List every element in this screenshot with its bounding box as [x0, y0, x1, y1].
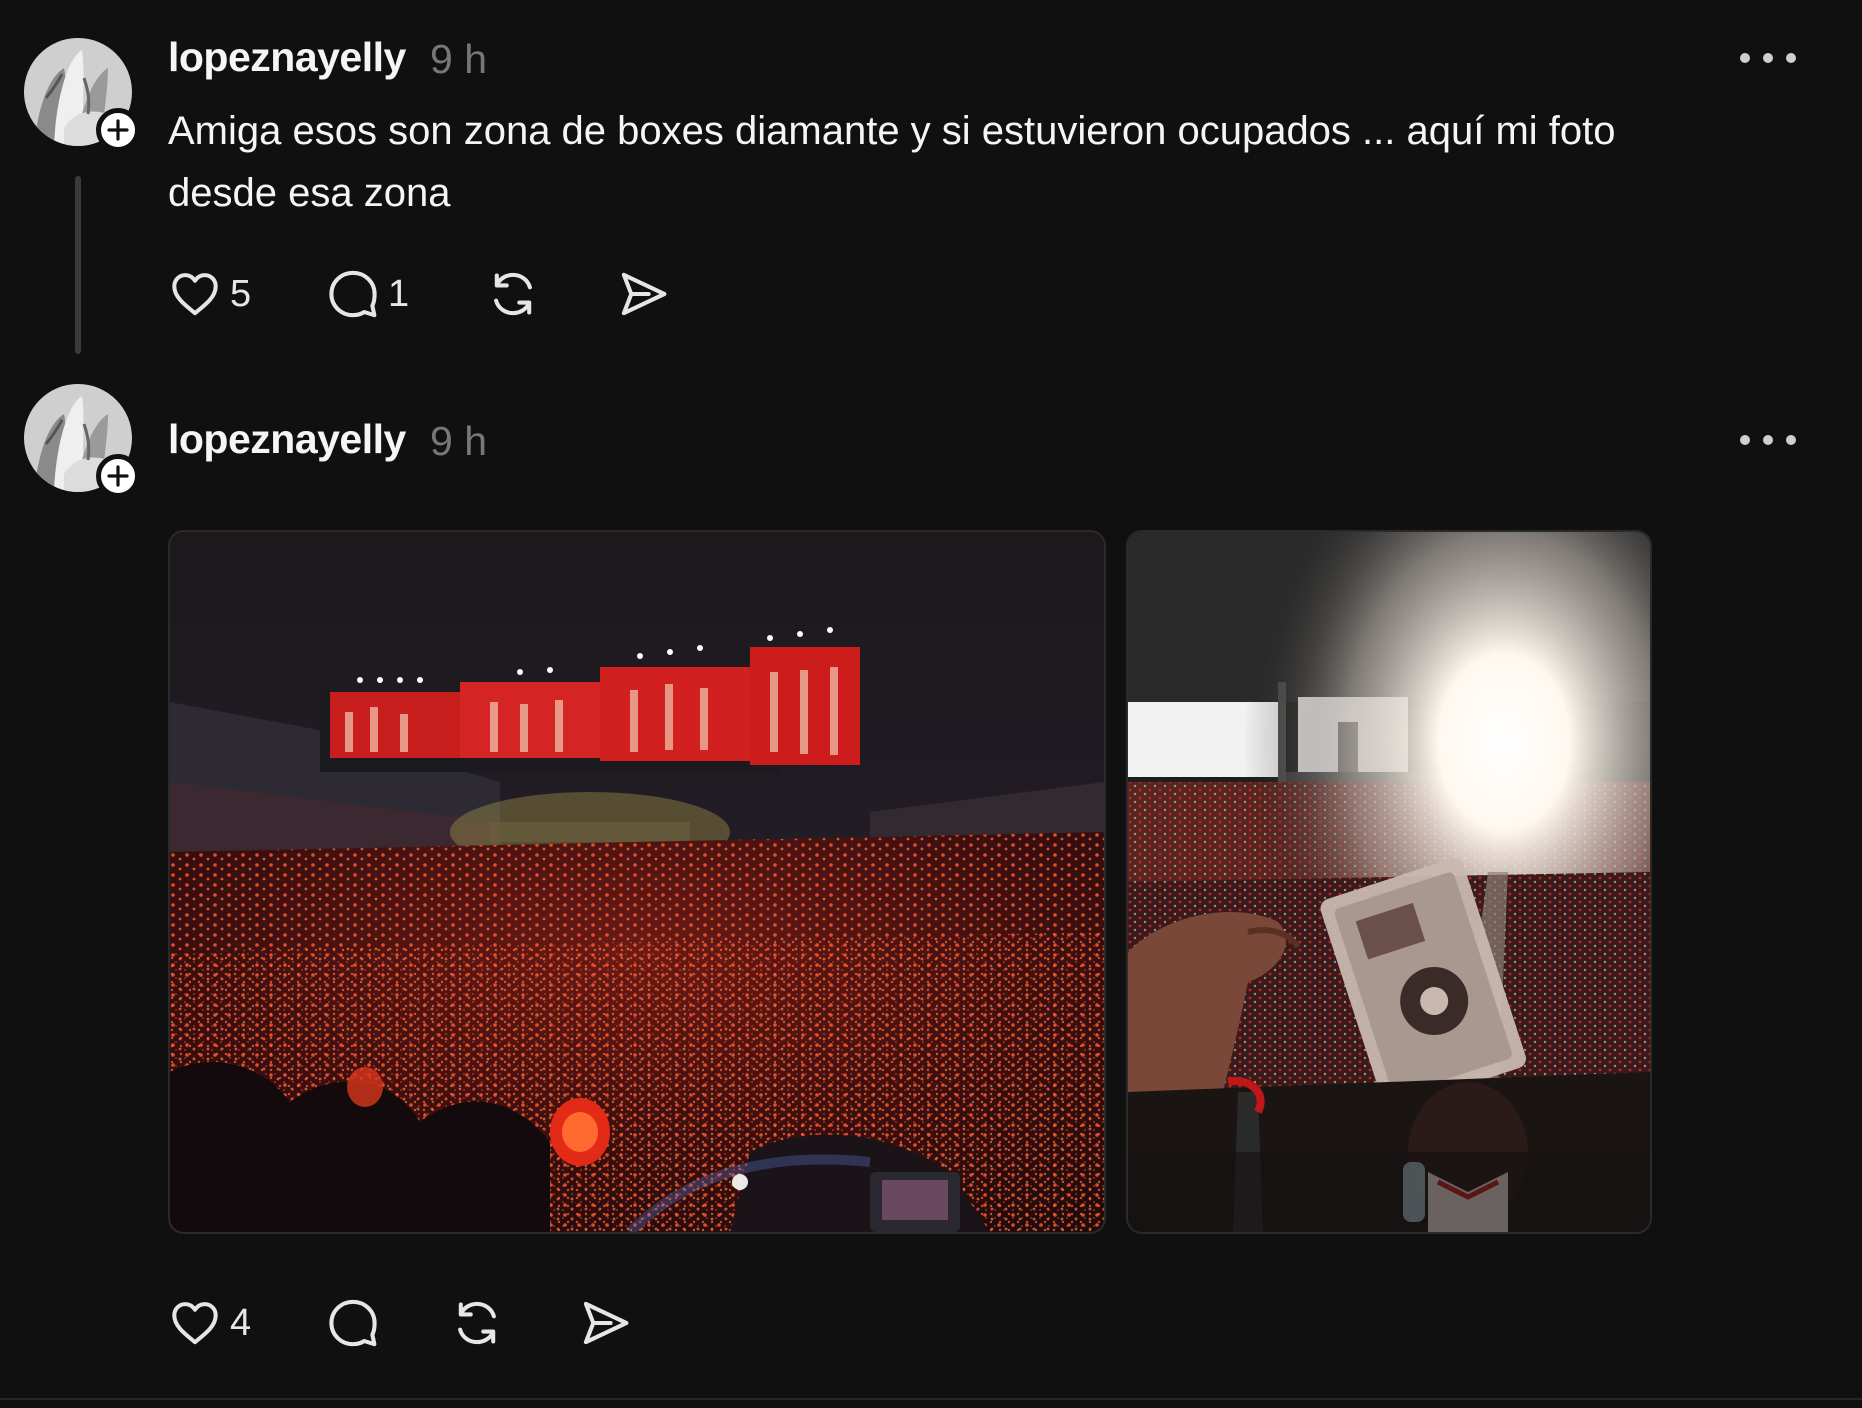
username[interactable]: lopeznayelly — [168, 416, 406, 463]
comment-icon — [329, 1299, 377, 1347]
plus-icon — [107, 465, 129, 487]
repost-icon — [458, 1301, 496, 1345]
repost-button[interactable] — [450, 1296, 578, 1350]
concert-photocard-photo — [1128, 532, 1650, 1232]
like-count: 4 — [230, 1301, 252, 1344]
send-icon — [583, 1301, 629, 1345]
stadium-concert-photo — [170, 532, 1104, 1232]
follow-button[interactable] — [96, 454, 140, 498]
share-button[interactable] — [578, 1296, 638, 1350]
post-divider — [0, 1398, 1862, 1400]
heart-icon — [172, 1302, 218, 1345]
like-button[interactable]: 4 — [168, 1296, 326, 1350]
action-bar: 4 — [168, 1293, 638, 1353]
reply-button[interactable] — [326, 1296, 450, 1350]
threads-feed: lopeznayelly 9 h Amiga esos son zona de … — [0, 0, 1862, 1408]
post-image-stadium[interactable] — [168, 530, 1106, 1234]
more-options-button[interactable] — [1740, 430, 1796, 450]
avatar[interactable] — [24, 384, 140, 498]
post-image-photocard[interactable] — [1126, 530, 1652, 1234]
post-2: lopeznayelly 9 h 4 — [0, 0, 1862, 1400]
timestamp[interactable]: 9 h — [430, 418, 487, 465]
more-icon — [1740, 435, 1750, 445]
